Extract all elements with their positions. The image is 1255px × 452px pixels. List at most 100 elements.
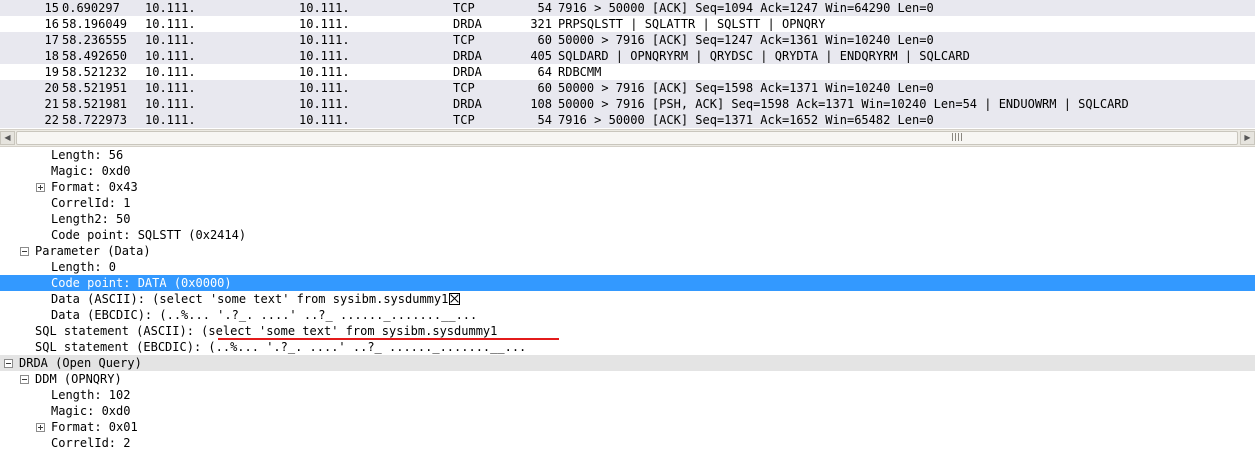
packet-row[interactable]: 20 58.521951 10.111. 10.111. TCP 60 5000… [0,80,1255,96]
tree-item[interactable]: Code point: SQLSTT (0x2414) [0,227,1255,243]
packet-source: 10.111. [145,1,196,15]
packet-destination: 10.111. [299,97,350,111]
packet-source: 10.111. [145,65,196,79]
tree-item[interactable]: SQL statement (ASCII): (select 'some tex… [0,323,1255,339]
packet-protocol: DRDA [453,97,482,111]
scrollbar-thumb[interactable] [16,131,1238,145]
expand-plus-icon[interactable] [36,183,45,192]
packet-protocol: TCP [453,113,475,127]
packet-number: 15 [44,1,59,15]
packet-info: 50000 > 7916 [ACK] Seq=1598 Ack=1371 Win… [558,81,934,95]
tree-item[interactable]: Magic: 0xd0 [0,163,1255,179]
tree-item[interactable]: Length: 0 [0,259,1255,275]
collapse-minus-icon[interactable] [20,247,29,256]
tree-item-label: Length: 56 [51,150,124,162]
tree-item[interactable]: SQL statement (EBCDIC): (..%... '.?_. ..… [0,339,1255,355]
tree-item-label: Data (EBCDIC): (..%... '.?_. ....' ..?_ … [51,308,478,322]
packet-source: 10.111. [145,49,196,63]
tree-item[interactable]: Parameter (Data) [0,243,1255,259]
packet-destination: 10.111. [299,65,350,79]
packet-source: 10.111. [145,81,196,95]
tree-item-label: SQL statement (ASCII): (select 'some tex… [35,324,498,338]
packet-number: 17 [44,33,59,47]
packet-length: 60 [537,81,552,95]
packet-protocol: DRDA [453,65,482,79]
packet-time: 58.521232 [62,65,128,79]
tree-item[interactable]: Format: 0x01 [0,419,1255,435]
packet-protocol: TCP [453,1,475,15]
packet-row[interactable]: 18 58.492650 10.111. 10.111. DRDA 405 SQ… [0,48,1255,64]
tree-item-label: Code point: SQLSTT (0x2414) [51,228,247,242]
tree-item[interactable]: Magic: 0xd0 [0,403,1255,419]
packet-number: 22 [44,113,59,127]
tree-item[interactable]: Length2: 50 [0,211,1255,227]
tree-item-label: Length: 102 [51,388,131,402]
tree-item-label: DDM (OPNQRY) [35,372,122,386]
tree-item[interactable]: Format: 0x43 [0,179,1255,195]
tree-item[interactable]: Length: 56 [0,150,1255,163]
packet-destination: 10.111. [299,113,350,127]
packet-info: 7916 > 50000 [ACK] Seq=1371 Ack=1652 Win… [558,113,934,127]
packet-time: 58.236555 [62,33,128,47]
tree-item[interactable]: CorrelId: 2 [0,435,1255,451]
packet-info: SQLDARD | OPNQRYRM | QRYDSC | QRYDTA | E… [558,49,970,63]
tree-item[interactable]: Length: 102 [0,387,1255,403]
tree-item-label: DRDA (Open Query) [19,356,142,370]
tree-item-label: Format: 0x01 [51,420,138,434]
packet-time: 58.521951 [62,81,128,95]
tree-item-label: Parameter (Data) [35,244,151,258]
grip-icon [952,133,962,141]
packet-length: 405 [530,49,552,63]
packet-destination: 10.111. [299,1,350,15]
tree-item-selected[interactable]: Code point: DATA (0x0000) [0,275,1255,291]
packet-row[interactable]: 15 0.690297 10.111. 10.111. TCP 54 7916 … [0,0,1255,16]
packet-protocol: TCP [453,33,475,47]
packet-time: 58.196049 [62,17,128,31]
packet-row[interactable]: 16 58.196049 10.111. 10.111. DRDA 321 PR… [0,16,1255,32]
packet-detail-tree: Length: 56 Magic: 0xd0 Format: 0x43 Corr… [0,150,1255,452]
tree-item-label: Data (ASCII): (select 'some text' from s… [51,292,449,306]
packet-row[interactable]: 17 58.236555 10.111. 10.111. TCP 60 5000… [0,32,1255,48]
packet-length: 60 [537,33,552,47]
tree-item-label: Length2: 50 [51,212,131,226]
packet-source: 10.111. [145,97,196,111]
packet-protocol: TCP [453,81,475,95]
tree-item-label: Code point: DATA (0x0000) [51,276,232,290]
packet-info: 50000 > 7916 [PSH, ACK] Seq=1598 Ack=137… [558,97,1129,111]
scroll-left-arrow-icon[interactable]: ◀ [0,131,15,145]
tree-item[interactable]: Data (ASCII): (select 'some text' from s… [0,291,1255,307]
packet-length: 54 [537,1,552,15]
packet-row[interactable]: 19 58.521232 10.111. 10.111. DRDA 64 RDB… [0,64,1255,80]
collapse-minus-icon[interactable] [20,375,29,384]
tree-item-label-wrap: Data (ASCII): (select 'some text' from s… [51,291,461,307]
tree-item-label: Length: 0 [51,260,117,274]
tree-item-label: CorrelId: 2 [51,436,131,450]
packet-number: 21 [44,97,59,111]
packet-source: 10.111. [145,113,196,127]
tree-item[interactable]: DRDA (Open Query) [0,355,1255,371]
packet-destination: 10.111. [299,49,350,63]
packet-row[interactable]: 22 58.722973 10.111. 10.111. TCP 54 7916… [0,112,1255,128]
scroll-right-arrow-icon[interactable]: ▶ [1240,131,1255,145]
packet-time: 0.690297 [62,1,120,15]
packet-list: 15 0.690297 10.111. 10.111. TCP 54 7916 … [0,0,1255,129]
packet-protocol: DRDA [453,49,482,63]
expand-plus-icon[interactable] [36,423,45,432]
packet-info: 7916 > 50000 [ACK] Seq=1094 Ack=1247 Win… [558,1,934,15]
collapse-minus-icon[interactable] [4,359,13,368]
packet-source: 10.111. [145,33,196,47]
tree-item[interactable]: DDM (OPNQRY) [0,371,1255,387]
packet-number: 18 [44,49,59,63]
packet-info: RDBCMM [558,65,602,79]
packet-length: 54 [537,113,552,127]
packet-row[interactable]: 21 58.521981 10.111. 10.111. DRDA 108 50… [0,96,1255,112]
packet-destination: 10.111. [299,81,350,95]
annotation-underline [218,338,559,340]
tree-item-label: CorrelId: 1 [51,196,131,210]
horizontal-scrollbar[interactable]: ◀ ▶ [0,129,1255,146]
packet-time: 58.722973 [62,113,128,127]
tree-item[interactable]: Data (EBCDIC): (..%... '.?_. ....' ..?_ … [0,307,1255,323]
tree-item[interactable]: CorrelId: 1 [0,195,1255,211]
tree-item-label: Format: 0x43 [51,180,138,194]
packet-length: 108 [530,97,552,111]
